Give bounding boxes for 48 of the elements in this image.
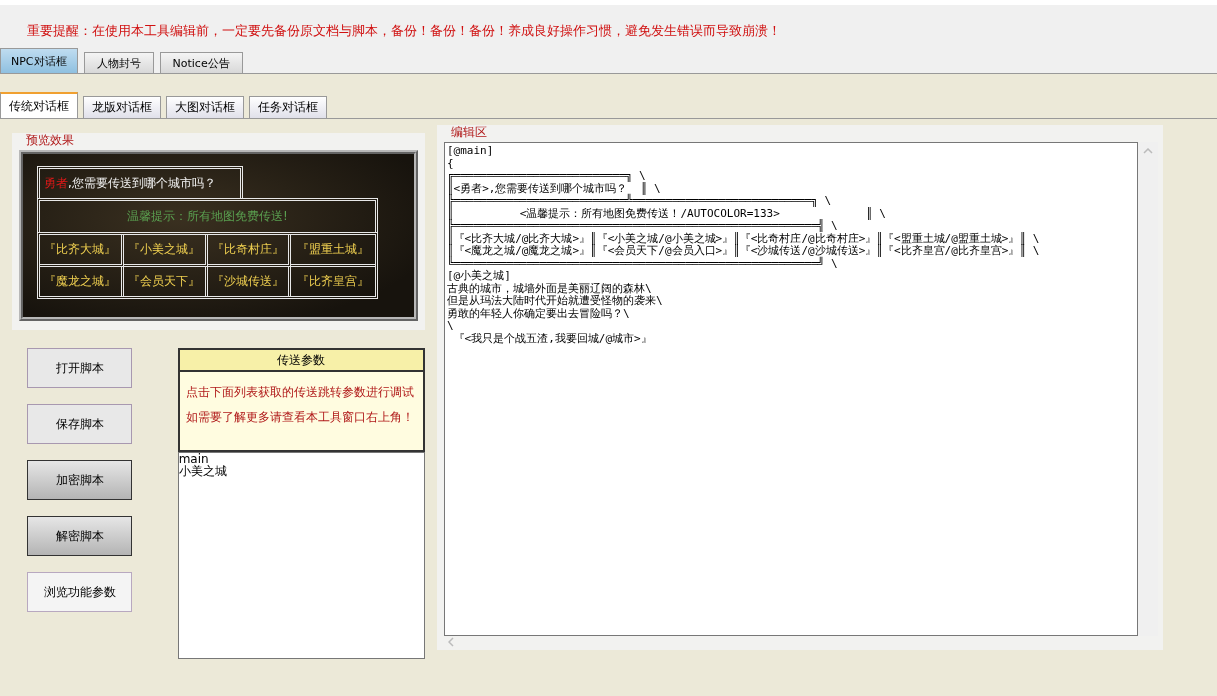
note-text: 如需要了解更多请查看本工具窗口右上角！ bbox=[185, 409, 415, 426]
code-line: ╔══════════════════════════╗ \ bbox=[447, 170, 647, 182]
code-line: \ bbox=[447, 320, 455, 333]
tab[interactable]: Notice公告 bbox=[159, 52, 243, 73]
code-line: ║<勇者>,您需要传送到哪个城市吗？ ║ \ bbox=[447, 182, 661, 195]
tab[interactable]: NPC对话框 bbox=[0, 48, 78, 73]
tab[interactable]: 传统对话框 bbox=[0, 92, 78, 118]
city-link[interactable]: 『小美之城』 bbox=[123, 235, 208, 267]
tab[interactable]: 任务对话框 bbox=[249, 96, 327, 118]
code-line: 勇敢的年轻人你确定要出去冒险吗？\ bbox=[447, 307, 631, 320]
city-link[interactable]: 『比奇村庄』 bbox=[207, 235, 292, 267]
city-link[interactable]: 『比齐大城』 bbox=[40, 235, 124, 267]
code-line: ╠═══════════════════════════════════════════════════════╣ \ bbox=[447, 220, 839, 232]
code-line: ║『<魔龙之城/@魔龙之城>』║『<会员天下/@会员入口>』║『<沙城传送/@沙城传送>』║『<比齐皇宫/@比齐皇宫>』║ \ bbox=[447, 245, 1041, 257]
scroll-left-icon[interactable] bbox=[448, 637, 454, 647]
dialog-hint: 温馨提示：所有地图免费传送! bbox=[37, 198, 378, 232]
group-title: 预览效果 bbox=[25, 133, 75, 147]
dialog-question: 勇者,您需要传送到哪个城市吗？ bbox=[37, 166, 243, 198]
script-button[interactable]: 加密脚本 bbox=[27, 460, 132, 500]
params-header: 传送参数 bbox=[177, 348, 425, 372]
code-line: 『<我只是个战五渣,我要回城/@城市>』 bbox=[452, 332, 653, 345]
code-line: [@main] bbox=[447, 145, 495, 158]
code-line: ║ <温馨提示：所有地图免费传送！/AUTOCOLOR=133> ║ \ bbox=[447, 207, 887, 220]
script-button[interactable]: 保存脚本 bbox=[27, 404, 132, 444]
code-line: ║『<比齐大城/@比齐大城>』║『<小美之城/@小美之城>』║『<比奇村庄/@比奇村庄>』║『<盟重土城/@盟重土城>』║ \ bbox=[447, 232, 1041, 245]
list-item[interactable]: 小美之城 bbox=[178, 465, 424, 477]
city-link[interactable]: 『沙城传送』 bbox=[207, 267, 292, 296]
script-button[interactable]: 浏览功能参数 bbox=[27, 572, 132, 612]
city-link[interactable]: 『会员天下』 bbox=[123, 267, 208, 296]
city-link[interactable]: 『盟重土城』 bbox=[291, 235, 375, 267]
tab[interactable]: 大图对话框 bbox=[166, 96, 244, 118]
note-text: 点击下面列表获取的传送跳转参数进行调试 bbox=[185, 384, 415, 401]
tab[interactable]: 龙版对话框 bbox=[83, 96, 161, 118]
group-title: 编辑区 bbox=[450, 125, 488, 139]
city-link[interactable]: 『魔龙之城』 bbox=[40, 267, 124, 296]
code-line: 但是从玛法大陆时代开始就遭受怪物的袭来\ bbox=[447, 295, 664, 308]
scroll-up-icon[interactable] bbox=[1143, 148, 1153, 154]
tab[interactable]: 人物封号 bbox=[83, 52, 154, 73]
code-line: ╚═══════════════════════════════════════════════════════╝ \ bbox=[447, 257, 839, 270]
code-line: 古典的城市，城墙外面是美丽辽阔的森林\ bbox=[447, 282, 653, 295]
code-line: { bbox=[447, 157, 455, 170]
list-item[interactable]: main bbox=[178, 453, 424, 465]
warning-text: 重要提醒：在使用本工具编辑前，一定要先备份原文档与脚本，备份！备份！备份！养成良好操作习惯，避免发生错误而导致崩溃！ bbox=[26, 22, 782, 40]
code-line: ╠══════════════════════════╩═══════════════════════════╗ \ bbox=[447, 195, 833, 207]
script-button[interactable]: 解密脚本 bbox=[27, 516, 132, 556]
code-line: [@小美之城] bbox=[447, 270, 512, 283]
script-button[interactable]: 打开脚本 bbox=[27, 348, 132, 388]
city-link[interactable]: 『比齐皇宫』 bbox=[291, 267, 375, 296]
